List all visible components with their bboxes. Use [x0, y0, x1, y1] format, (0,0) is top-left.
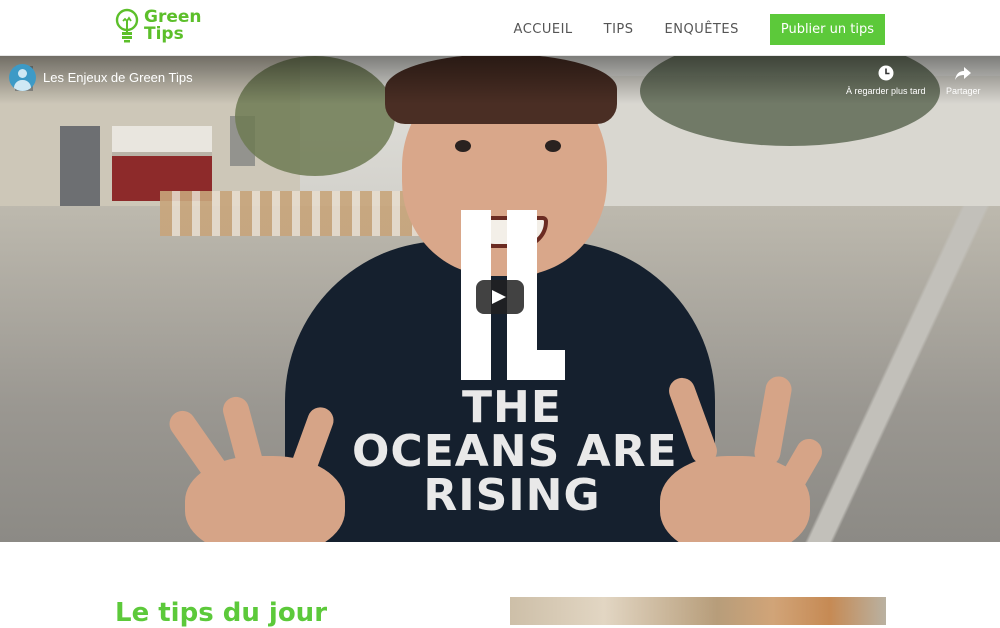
- play-button[interactable]: [476, 280, 524, 314]
- shirt-line-2: OCEANS ARE: [352, 426, 678, 477]
- channel-avatar[interactable]: [9, 64, 36, 91]
- nav-link-enquetes[interactable]: ENQUÊTES: [665, 22, 739, 37]
- video-player[interactable]: THE OCEANS ARE RISING Les Enjeux de Gree…: [0, 56, 1000, 542]
- section-title: Le tips du jour: [115, 598, 328, 628]
- publish-tip-button[interactable]: Publier un tips: [769, 14, 885, 45]
- nav-link-accueil[interactable]: ACCUEIL: [514, 22, 573, 37]
- lightbulb-icon: [115, 8, 139, 43]
- nav-link-tips[interactable]: TIPS: [604, 22, 634, 37]
- site-header: Green Tips ACCUEIL TIPS ENQUÊTES Publier…: [0, 0, 1000, 56]
- tip-of-the-day-image[interactable]: [510, 597, 886, 625]
- watch-later-button[interactable]: À regarder plus tard: [846, 64, 926, 96]
- shirt-text: THE OCEANS ARE RISING: [352, 382, 678, 521]
- logo-line-2: Tips: [144, 24, 184, 44]
- video-title[interactable]: Les Enjeux de Green Tips: [43, 70, 193, 85]
- main-nav: ACCUEIL TIPS ENQUÊTES Publier un tips: [514, 14, 885, 45]
- video-background-curb: [800, 206, 1000, 542]
- share-label: Partager: [946, 86, 981, 96]
- shirt-line-1: THE: [462, 382, 562, 433]
- person-eye-left: [455, 140, 471, 152]
- watch-later-label: À regarder plus tard: [846, 86, 926, 96]
- video-background-awning: [112, 126, 212, 156]
- video-background-chairs: [160, 191, 440, 236]
- person-eye-right: [545, 140, 561, 152]
- site-logo[interactable]: Green Tips: [114, 8, 202, 44]
- shirt-line-3: RISING: [423, 470, 601, 521]
- play-icon: [492, 290, 506, 304]
- logo-text: Green Tips: [144, 9, 202, 43]
- share-arrow-icon: [955, 67, 972, 80]
- share-button[interactable]: Partager: [946, 64, 981, 96]
- clock-icon: [878, 65, 894, 81]
